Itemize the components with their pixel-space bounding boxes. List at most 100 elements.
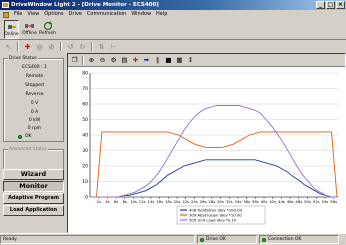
current-value: 0 A [30,110,39,115]
left-panel: Drive Status ECS400 : 1 Remote Stopped R… [0,53,66,233]
minimize-button[interactable]: _ [316,1,325,9]
jog-reverse-icon[interactable]: ↻ [78,42,87,51]
drive-ok-text: Drive OK [206,237,226,242]
series-line-1 [91,159,337,198]
drive-model: ECS400 : 1 [22,65,47,70]
y-tick-label: 30 [82,148,88,154]
refresh-label: Refresh [39,31,56,36]
menu-drive[interactable]: Drive [69,10,82,19]
online-button[interactable]: Online [4,20,19,39]
control-location: Remote [25,74,44,79]
y-tick-label: 80 [82,71,88,77]
y-tick-label: 0 [85,195,88,201]
status-ready-text: Ready [3,237,17,242]
menu-communication[interactable]: Communication [87,10,126,19]
pause-icon[interactable]: ∥ [153,56,162,65]
zoom-out-icon[interactable]: ⊖ [98,56,107,65]
speed-value: 0 rpm [27,126,42,131]
y-tick-label: 60 [82,102,88,108]
toolbar-separator [91,42,93,51]
menu-bar: File View Options Drive Communication Wi… [0,10,346,19]
zoom-in-icon[interactable]: ⊕ [87,56,96,65]
maximize-button[interactable]: □ [326,1,335,9]
voltage-value: 0 V [30,101,39,106]
app-icon[interactable] [2,2,9,8]
x-tick-label: 28s [208,199,215,204]
x-tick-label: 10s [130,199,137,204]
drive-direction: Reverse [25,92,44,97]
fault-status-text: OK [25,134,32,139]
start-icon[interactable]: ◎ [35,42,44,51]
x-tick-label: 18s [165,199,172,204]
drive-toolbar: ↖ ✚ ◎ ⊘ ↺ ↻ ⇅ ⊢ [0,40,346,53]
drive-ok-led-icon [200,237,204,242]
wizard-button[interactable]: Wizard [3,169,64,180]
y-tick-label: 10 [82,179,88,185]
drive-state: Stopped [25,83,44,88]
status-drive: Drive OK [197,235,257,244]
connection-ok-text: Connection OK [268,237,302,242]
x-tick-label: 16s [156,199,163,204]
adaptive-program-button[interactable]: Adaptive Program [3,193,64,204]
x-tick-label: 20s [174,199,181,204]
jog-forward-icon[interactable]: ↺ [66,42,75,51]
plug-icon [7,25,16,29]
print-icon[interactable]: ▤ [120,56,129,65]
stop-icon[interactable]: ⊘ [47,42,56,51]
document-icon[interactable] [3,11,9,18]
connection-ok-led-icon [262,237,266,242]
power-value: 0 kW [28,118,41,123]
play-icon[interactable]: ➡ [142,56,151,65]
unplug-icon [24,24,34,28]
x-tick-label: 54s [322,199,329,204]
drive-monitor-window: ❐ ⊕ ⊖ ⚙ ▤ ✚ ➡ ∥ ■ ▦ ↕ 0 10 20 30 40 50 60 70 80 2… [67,53,346,233]
series-line-2 [91,131,338,198]
offline-label: Offline [22,31,37,36]
refresh-button[interactable]: Refresh [39,20,56,39]
y-tick-label: 40 [82,133,88,139]
menu-file[interactable]: File [14,10,22,19]
x-tick-label: 26s [200,199,207,204]
stop-monitor-icon[interactable]: ■ [164,56,173,65]
table-icon[interactable]: ▦ [175,56,184,65]
close-button[interactable]: × [336,1,345,9]
menu-options[interactable]: Options [44,10,63,19]
monitor-chart[interactable]: 0 10 20 30 40 50 60 70 80 2s 4s 6s 8s 10s 12s 14s 16s 18s… [68,67,345,232]
x-tick-label: 32s [226,199,233,204]
legend-label-3: 505 Unit Load Idev *0.10 [189,218,237,223]
refresh-icon [43,21,52,31]
x-tick-label: 4s [105,199,109,204]
cursor-icon[interactable]: ↖ [4,42,13,51]
menu-window[interactable]: Window [131,10,151,19]
load-application-button[interactable]: Load Application [3,205,64,216]
x-tick-label: 56s [330,199,337,204]
drive-status-group: Drive Status ECS400 : 1 Remote Stopped R… [3,56,64,142]
toolbar-separator [82,55,84,65]
reference-icon[interactable]: ⇅ [97,42,106,51]
x-tick-label: 14s [148,199,155,204]
x-tick-label: 2s [96,199,100,204]
x-tick-label: 6s [114,199,118,204]
toolbar-separator [60,42,62,51]
x-tick-label: 38s [252,199,259,204]
y-tick-label: 20 [82,164,88,170]
scroll-icon[interactable]: ↕ [186,56,195,65]
menu-view[interactable]: View [27,10,39,19]
x-tick-label: 22s [182,199,189,204]
menu-help[interactable]: Help [156,10,167,19]
setpoint-icon[interactable]: ⊢ [109,42,118,51]
y-tick-label: 70 [82,86,88,92]
x-tick-label: 50s [304,199,311,204]
title-bar: DriveWindow Light 2 - [Drive Monitor - E… [0,0,346,10]
monitor-button[interactable]: Monitor [3,181,64,192]
series-line-3 [91,105,337,198]
reset-icon[interactable]: ✚ [23,42,32,51]
copy-icon[interactable]: ❐ [70,56,79,65]
x-tick-label: 34s [235,199,242,204]
x-tick-label: 24s [191,199,198,204]
settings-icon[interactable]: ⚙ [109,56,118,65]
add-signal-icon[interactable]: ✚ [131,56,140,65]
offline-button[interactable]: Offline [22,20,37,39]
x-tick-label: 12s [139,199,146,204]
x-tick-label: 46s [287,199,294,204]
